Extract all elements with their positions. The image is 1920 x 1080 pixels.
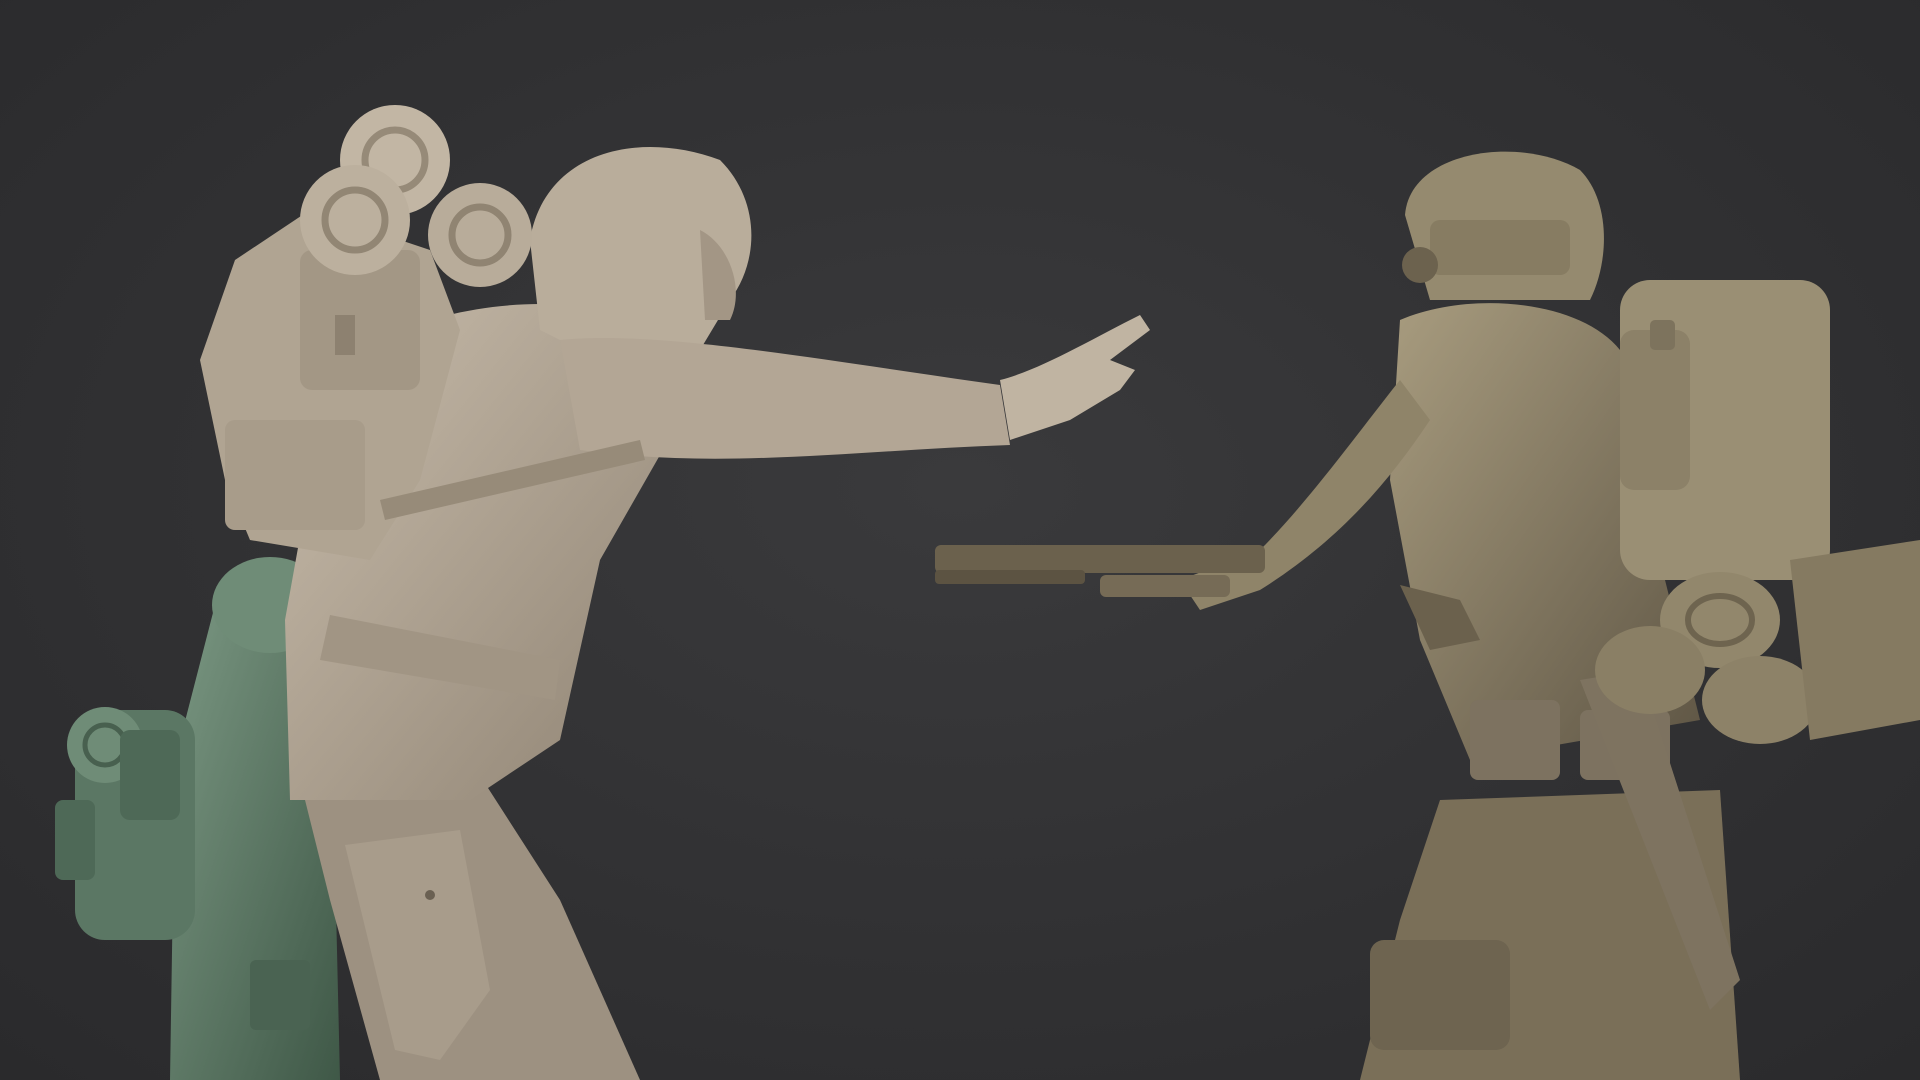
sculpt-viewport xyxy=(0,0,1920,1080)
scene-render xyxy=(55,105,1920,1080)
gasmask-soldier xyxy=(935,151,1920,1080)
hooded-survivor xyxy=(200,105,1150,1080)
